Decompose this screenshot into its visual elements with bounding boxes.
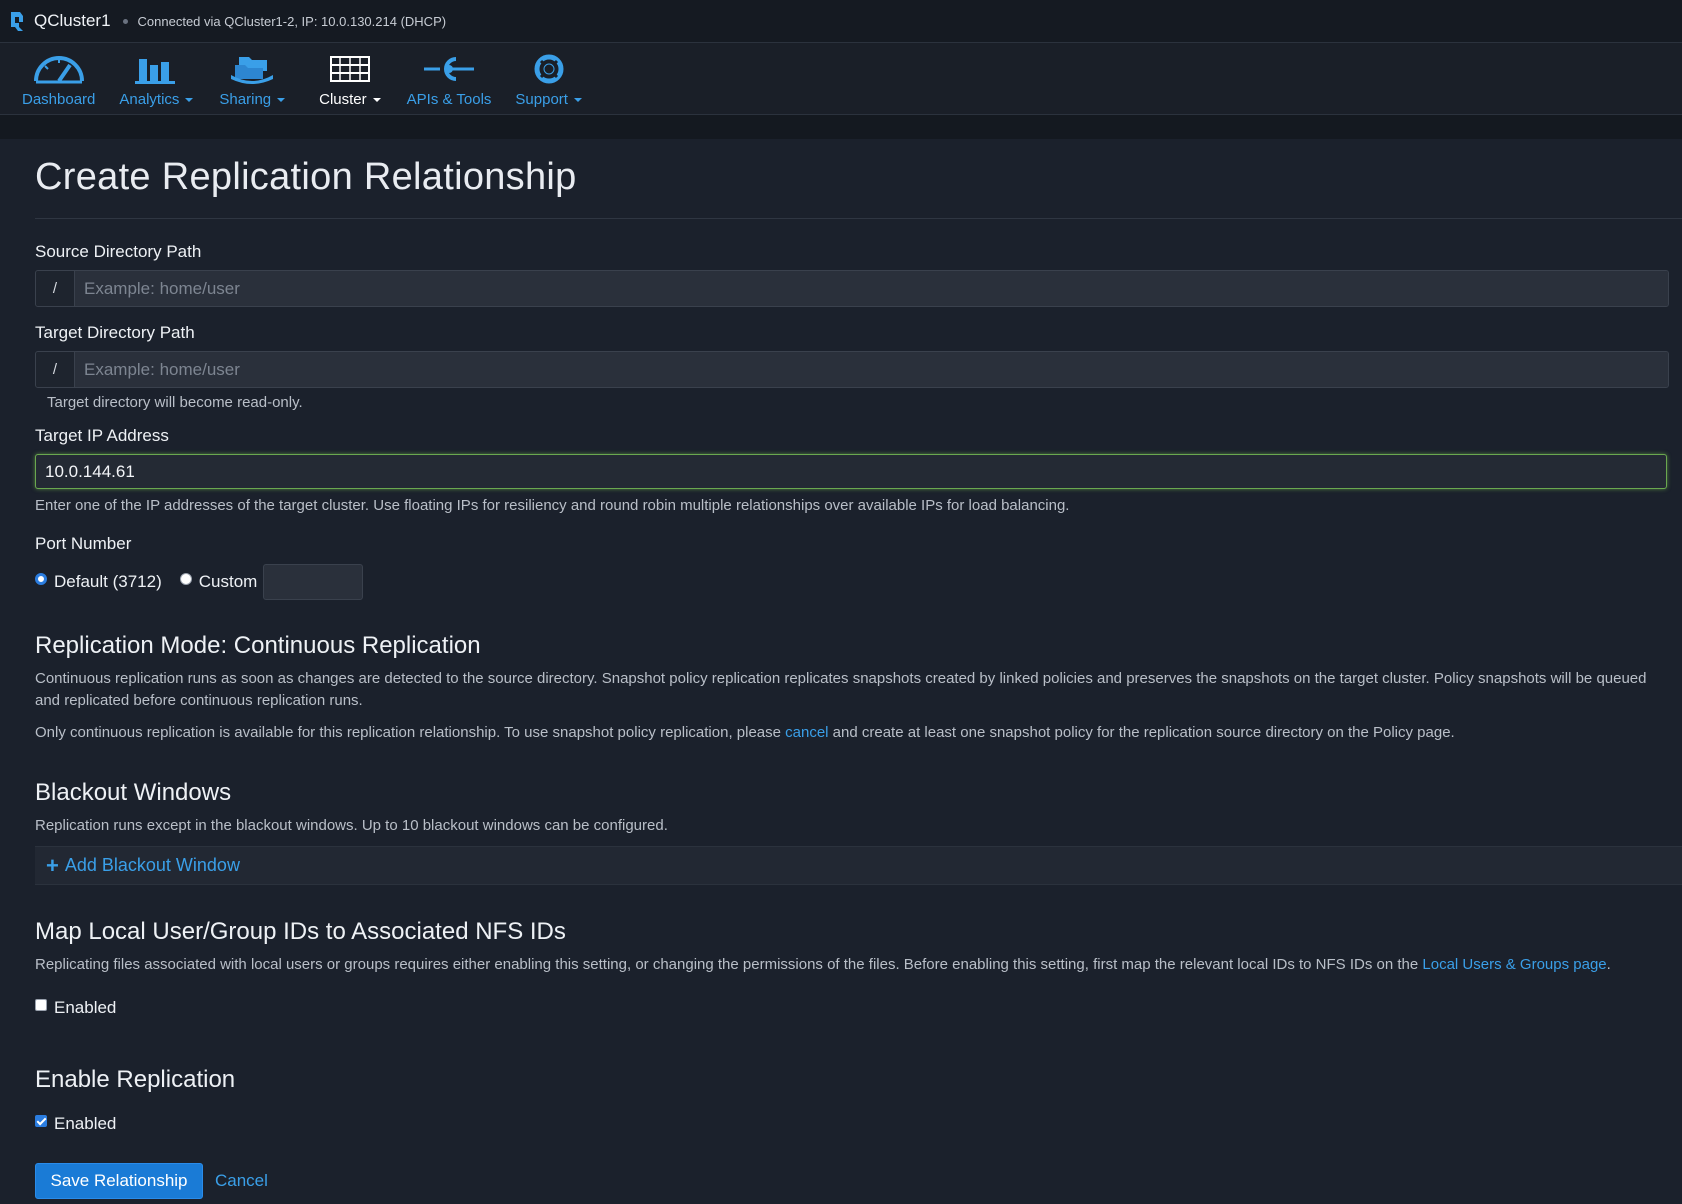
port-custom-radio[interactable] xyxy=(179,573,192,585)
api-icon xyxy=(424,57,475,81)
replication-mode-note: Only continuous replication is available… xyxy=(35,722,1665,744)
top-bar: QCluster1 Connected via QCluster1-2, IP:… xyxy=(0,0,1682,43)
source-path-label: Source Directory Path xyxy=(35,242,202,261)
id-mapping-enabled-label: Enabled xyxy=(54,998,117,1017)
port-default-radio[interactable] xyxy=(35,573,47,585)
lifebuoy-icon xyxy=(534,54,564,84)
nav-label-analytics: Analytics xyxy=(119,91,180,108)
add-blackout-window-label: Add Blackout Window xyxy=(64,855,240,875)
target-path-help: Target directory will become read-only. xyxy=(47,394,303,411)
replication-mode-desc: Continuous replication runs as soon as c… xyxy=(35,670,1647,709)
target-ip-label: Target IP Address xyxy=(35,426,169,445)
enable-replication-row: Enabled xyxy=(35,1114,116,1134)
gauge-icon xyxy=(33,56,84,84)
plus-icon: + xyxy=(46,852,59,878)
source-path-prefix: / xyxy=(36,271,75,306)
id-mapping-enabled-row: Enabled xyxy=(35,998,116,1018)
source-path-input[interactable] xyxy=(75,271,1668,306)
port-number-label: Port Number xyxy=(35,534,132,553)
add-blackout-window-button[interactable]: + Add Blackout Window xyxy=(35,846,1682,885)
id-mapping-desc-after: . xyxy=(1606,956,1611,973)
connection-status: Connected via QCluster1-2, IP: 10.0.130.… xyxy=(137,13,447,29)
cancel-button[interactable]: Cancel xyxy=(215,1171,268,1191)
main-nav: Dashboard Analytics Sharing Cluster APIs… xyxy=(0,43,1682,115)
page-title: Create Replication Relationship xyxy=(35,156,577,198)
target-path-input[interactable] xyxy=(75,352,1668,387)
id-mapping-desc: Replicating files associated with local … xyxy=(35,954,1665,976)
chevron-down-icon xyxy=(277,97,286,102)
target-path-field: / xyxy=(35,351,1669,388)
nav-label-dashboard: Dashboard xyxy=(22,91,96,108)
id-mapping-desc-before: Replicating files associated with local … xyxy=(35,956,1423,973)
mode-note-after: and create at least one snapshot policy … xyxy=(828,724,1455,741)
mode-note-before: Only continuous replication is available… xyxy=(35,724,786,741)
cancel-link-inline[interactable]: cancel xyxy=(785,724,828,741)
port-options: Default (3712) Custom xyxy=(35,564,364,600)
enable-replication-heading: Enable Replication xyxy=(35,1066,236,1093)
nav-label-cluster: Cluster xyxy=(319,91,367,108)
target-path-label: Target Directory Path xyxy=(35,323,195,342)
title-divider xyxy=(35,218,1682,219)
nav-analytics[interactable]: Analytics xyxy=(119,53,194,108)
chevron-down-icon xyxy=(573,97,582,102)
source-path-field: / xyxy=(35,270,1669,307)
chevron-down-icon xyxy=(372,97,381,102)
folders-icon xyxy=(231,57,274,84)
replication-mode-heading: Replication Mode: Continuous Replication xyxy=(35,632,481,659)
chevron-down-icon xyxy=(185,97,194,102)
port-default-label: Default (3712) xyxy=(54,572,162,591)
app-title: QCluster1 xyxy=(34,11,111,30)
nav-label-apis-tools: APIs & Tools xyxy=(406,91,492,108)
server-icon xyxy=(329,56,370,82)
nav-dashboard[interactable]: Dashboard xyxy=(22,53,95,108)
target-ip-help: Enter one of the IP addresses of the tar… xyxy=(35,497,1070,514)
blackout-windows-desc: Replication runs except in the blackout … xyxy=(35,817,668,834)
nav-sharing[interactable]: Sharing xyxy=(219,53,286,108)
local-users-groups-link[interactable]: Local Users & Groups page xyxy=(1422,956,1606,973)
nav-label-sharing: Sharing xyxy=(219,91,272,108)
nav-cluster[interactable]: Cluster xyxy=(319,53,381,108)
target-ip-input[interactable] xyxy=(35,454,1667,489)
page-gutter xyxy=(0,115,1682,139)
qumulo-logo-icon xyxy=(11,12,23,31)
enable-replication-checkbox[interactable] xyxy=(35,1115,47,1127)
port-custom-input[interactable] xyxy=(263,564,364,600)
nav-apis-tools[interactable]: APIs & Tools xyxy=(406,53,492,108)
id-mapping-heading: Map Local User/Group IDs to Associated N… xyxy=(35,918,566,945)
nav-support[interactable]: Support xyxy=(515,53,582,108)
port-custom-label: Custom xyxy=(198,572,258,591)
bar-chart-icon xyxy=(135,59,176,84)
nav-label-support: Support xyxy=(515,91,568,108)
separator-dot xyxy=(122,18,128,24)
id-mapping-enabled-checkbox[interactable] xyxy=(35,999,47,1011)
enable-replication-label: Enabled xyxy=(54,1114,117,1133)
save-relationship-button[interactable]: Save Relationship xyxy=(35,1163,203,1199)
target-path-prefix: / xyxy=(36,352,75,387)
blackout-windows-heading: Blackout Windows xyxy=(35,779,232,806)
